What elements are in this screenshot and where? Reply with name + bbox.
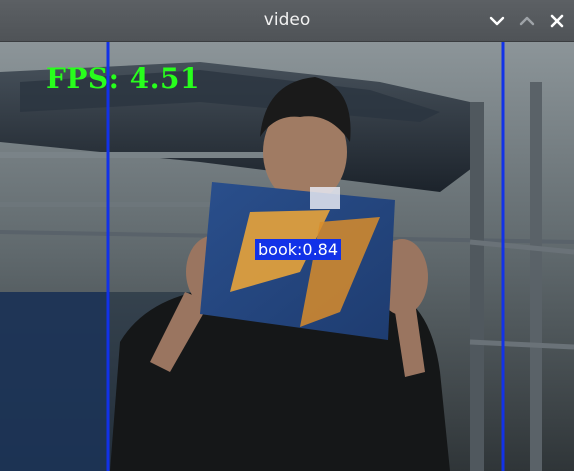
detection-label: book:0.84 (255, 239, 342, 260)
window-titlebar[interactable]: video (0, 0, 574, 42)
minimize-button[interactable] (486, 10, 508, 32)
maximize-button[interactable] (516, 10, 538, 32)
close-icon (550, 14, 564, 28)
close-button[interactable] (546, 10, 568, 32)
chevron-down-icon (489, 16, 505, 26)
video-frame: FPS: 4.51 book:0.84 (0, 42, 574, 471)
fps-overlay: FPS: 4.51 (46, 62, 200, 95)
chevron-up-icon (519, 16, 535, 26)
